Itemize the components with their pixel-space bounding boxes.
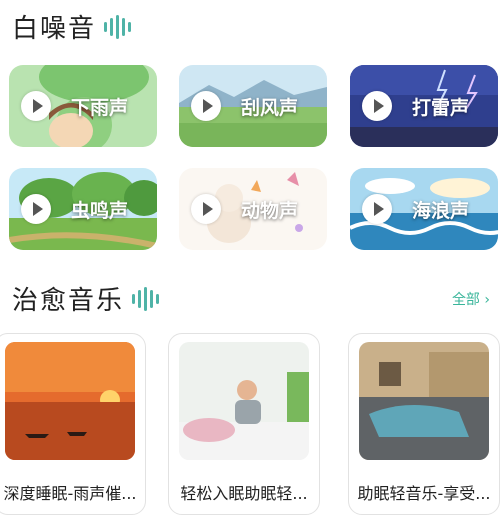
- tile-thunder[interactable]: 打雷声: [350, 65, 498, 147]
- card-title: 轻松入眠助眠轻...: [180, 484, 308, 503]
- tile-label: 海浪声: [412, 200, 470, 222]
- sofa-sleep-image: [359, 342, 489, 460]
- tile-label: 刮风声: [241, 97, 299, 119]
- sunset-lake-image: [5, 342, 135, 460]
- tile-rain[interactable]: 下雨声: [9, 65, 157, 147]
- tile-label: 动物声: [241, 200, 299, 222]
- card-title: 助眠轻音乐-享受...: [357, 484, 491, 503]
- play-icon[interactable]: [191, 91, 221, 121]
- white-noise-title: 白噪音: [12, 14, 97, 44]
- healing-music-title: 治愈音乐: [12, 286, 125, 316]
- tile-waves[interactable]: 海浪声: [350, 168, 498, 250]
- sound-wave-icon: [104, 14, 134, 39]
- play-icon[interactable]: [362, 91, 392, 121]
- music-card[interactable]: 深度睡眠-雨声催...: [0, 333, 146, 515]
- tile-animals[interactable]: 动物声: [179, 168, 327, 250]
- play-icon[interactable]: [21, 91, 51, 121]
- play-icon[interactable]: [362, 194, 392, 224]
- see-all-link[interactable]: 全部 ›: [452, 289, 490, 309]
- play-icon[interactable]: [21, 194, 51, 224]
- music-card[interactable]: 轻松入眠助眠轻...: [168, 333, 320, 515]
- tile-label: 虫鸣声: [71, 200, 129, 222]
- healing-music-header: 治愈音乐: [12, 280, 162, 317]
- sleeping-man-image: [179, 342, 309, 460]
- white-noise-header: 白噪音: [12, 8, 134, 45]
- card-title: 深度睡眠-雨声催...: [3, 484, 137, 503]
- tile-insects[interactable]: 虫鸣声: [9, 168, 157, 250]
- play-icon[interactable]: [191, 194, 221, 224]
- music-card[interactable]: 助眠轻音乐-享受...: [348, 333, 500, 515]
- tile-wind[interactable]: 刮风声: [179, 65, 327, 147]
- sound-wave-icon: [132, 286, 162, 311]
- tile-label: 打雷声: [412, 97, 470, 119]
- tile-label: 下雨声: [71, 97, 129, 119]
